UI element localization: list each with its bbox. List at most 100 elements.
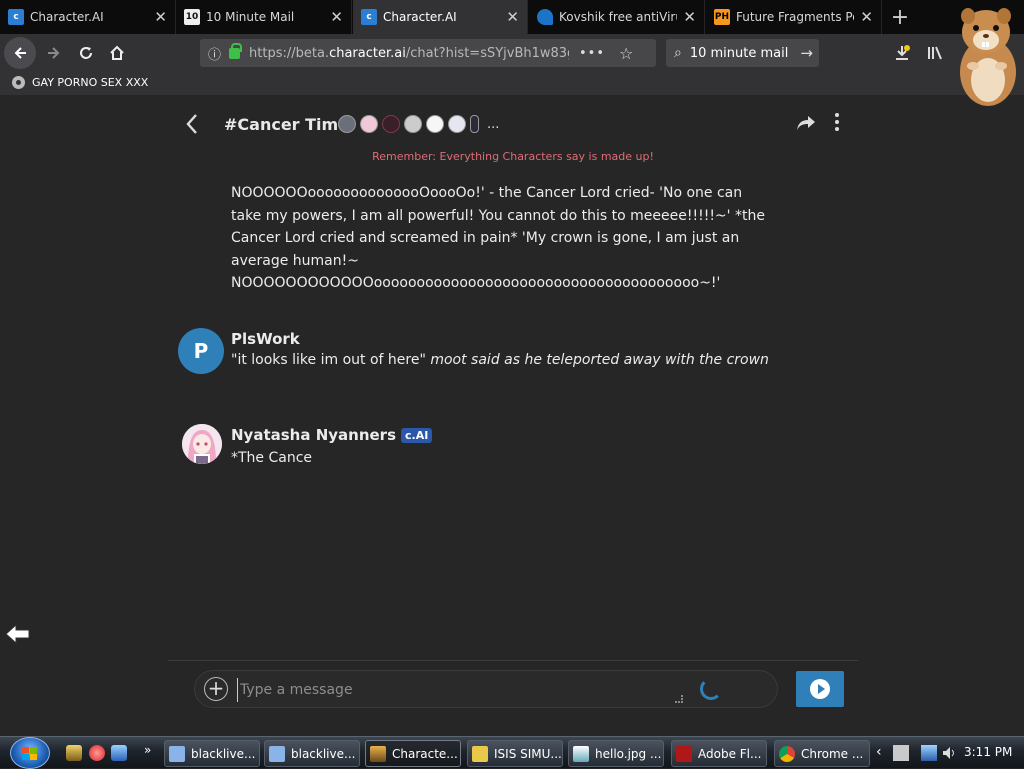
message-text: "it looks like im out of here" moot said… [231,352,769,368]
characterai-favicon-icon: c [361,9,377,25]
search-input[interactable]: 10 minute mail [690,46,801,61]
room-title: #Cancer Time [224,115,350,134]
site-info-icon[interactable]: ⓘ [208,44,221,63]
message-author[interactable]: PlsWork [231,330,300,348]
tray-app-icon[interactable] [893,745,909,761]
library-icon[interactable] [926,39,944,67]
chat-header: #Cancer Time ... Remember: Everything Ch… [168,96,858,166]
send-button[interactable] [796,671,844,707]
bookmark-item[interactable]: GAY PORNO SEX XXX [12,76,148,89]
quicklaunch-expand-chevron-icon[interactable]: » [144,743,151,757]
close-tab-icon[interactable]: ✕ [506,8,519,26]
taskbar-item-label: blacklive... [291,746,356,761]
secure-lock-icon [229,42,243,59]
volume-icon[interactable] [941,745,957,761]
taskbar-item[interactable]: blacklive... [164,740,260,767]
close-tab-icon[interactable]: ✕ [330,8,343,26]
close-tab-icon[interactable]: ✕ [683,8,696,26]
home-button[interactable] [103,39,131,67]
reload-icon [80,47,92,59]
member-avatar [360,115,378,133]
bookmark-star-icon[interactable]: ☆ [619,44,633,63]
image-icon [573,745,589,762]
taskbar-item[interactable]: hello.jpg ... [568,740,664,767]
search-bar[interactable]: ⌕ 10 minute mail → [666,39,819,67]
start-button[interactable] [10,737,50,769]
member-avatar [426,115,444,133]
avatar[interactable]: P [178,328,224,374]
white-left-arrow-icon [5,623,30,645]
chrome-icon [779,745,795,762]
ph-favicon-icon: PH [714,9,730,25]
message-text: NOOOOOOoooooooooooooOoooOo!' - the Cance… [231,185,765,291]
tab-future-fragments[interactable]: PH Future Fragments Po ✕ [706,0,882,34]
window-icon [169,745,185,762]
close-tab-icon[interactable]: ✕ [860,8,873,26]
forward-arrow-icon [48,47,60,59]
network-icon[interactable] [921,745,937,761]
taskbar-item[interactable]: Adobe Fl... [671,740,767,767]
bookmarks-toolbar: GAY PORNO SEX XXX [0,72,1024,95]
taskbar-item[interactable]: Chrome ... [774,740,870,767]
windows-flag-icon [22,747,37,760]
tab-characterai-active[interactable]: c Character.AI ✕ [353,0,528,34]
tab-kovshik[interactable]: Kovshik free antiVirus ✕ [529,0,705,34]
send-play-icon [810,679,830,699]
search-icon: ⌕ [674,45,682,61]
share-icon[interactable] [796,113,816,137]
firefox-icon [370,745,386,762]
reload-button[interactable] [72,39,100,67]
tab-title: Kovshik free antiVirus [559,10,678,24]
show-desktop-icon[interactable] [111,745,127,761]
taskbar-item[interactable]: blacklive... [264,740,360,767]
add-attachment-plus-icon[interactable]: + [204,677,228,701]
chat-back-icon[interactable] [180,110,204,138]
search-go-arrow-icon[interactable]: → [800,44,813,62]
message-input[interactable] [237,678,667,702]
downloads-icon[interactable] [893,39,911,67]
message-input-box: + [194,670,778,708]
taskbar-item[interactable]: Characte... [365,740,461,767]
back-button[interactable] [4,37,36,69]
tab-title: 10 Minute Mail [206,10,295,24]
hamster-mascot-image [960,8,1016,106]
loading-spinner-icon [700,678,722,700]
browser-tab-strip: c Character.AI ✕ 10 10 Minute Mail ✕ c C… [0,0,1024,34]
tab-title: Character.AI [30,10,104,24]
taskbar-item-label: blacklive... [191,746,256,761]
message-composer: + [168,660,858,716]
author-name: Nyatasha Nyanners [231,426,397,444]
tray-expand-chevron-icon[interactable]: ‹ [876,744,882,760]
member-avatar [338,115,356,133]
close-tab-icon[interactable]: ✕ [154,8,167,26]
tab-title: Character.AI [383,10,457,24]
flash-icon [676,745,692,762]
member-avatars[interactable]: ... [338,115,499,133]
system-clock[interactable]: 3:11 PM [964,745,1012,759]
tab-characterai-1[interactable]: c Character.AI ✕ [0,0,176,34]
message-list: NOOOOOOoooooooooooooOoooOo!' - the Cance… [168,166,858,660]
quicklaunch-folder-icon[interactable] [66,745,82,761]
back-arrow-icon [14,47,26,59]
taskbar-item-label: hello.jpg ... [595,746,662,761]
url-bar[interactable]: ⓘ https://beta.character.ai/chat?hist=sS… [200,39,656,67]
message-quote: "it looks like im out of here" [231,352,426,368]
more-members-indicator[interactable]: ... [487,117,499,132]
navigation-toolbar: ⓘ https://beta.character.ai/chat?hist=sS… [0,34,1024,72]
avatar[interactable] [182,424,222,464]
message-text: *The Cance [231,450,313,466]
tab-10-minute-mail[interactable]: 10 10 Minute Mail ✕ [176,0,352,34]
forward-button[interactable] [40,39,68,67]
page-actions-icon[interactable]: ••• [579,46,605,61]
url-text[interactable]: https://beta.character.ai/chat?hist=sSYj… [249,46,569,61]
more-options-kebab-icon[interactable] [834,112,840,137]
10-minute-mail-favicon-icon: 10 [184,9,200,25]
anime-character-avatar-image [182,424,222,464]
quicklaunch-app-icon[interactable] [89,745,105,761]
resize-grip-icon[interactable] [675,695,683,703]
new-tab-plus-icon[interactable]: + [888,3,912,31]
taskbar-item[interactable]: ISIS SIMU... [467,740,563,767]
message-action: moot said as he teleported away with the… [430,352,769,368]
message-author[interactable]: Nyatasha Nyanners c.AI [231,426,433,444]
member-avatar [404,115,422,133]
